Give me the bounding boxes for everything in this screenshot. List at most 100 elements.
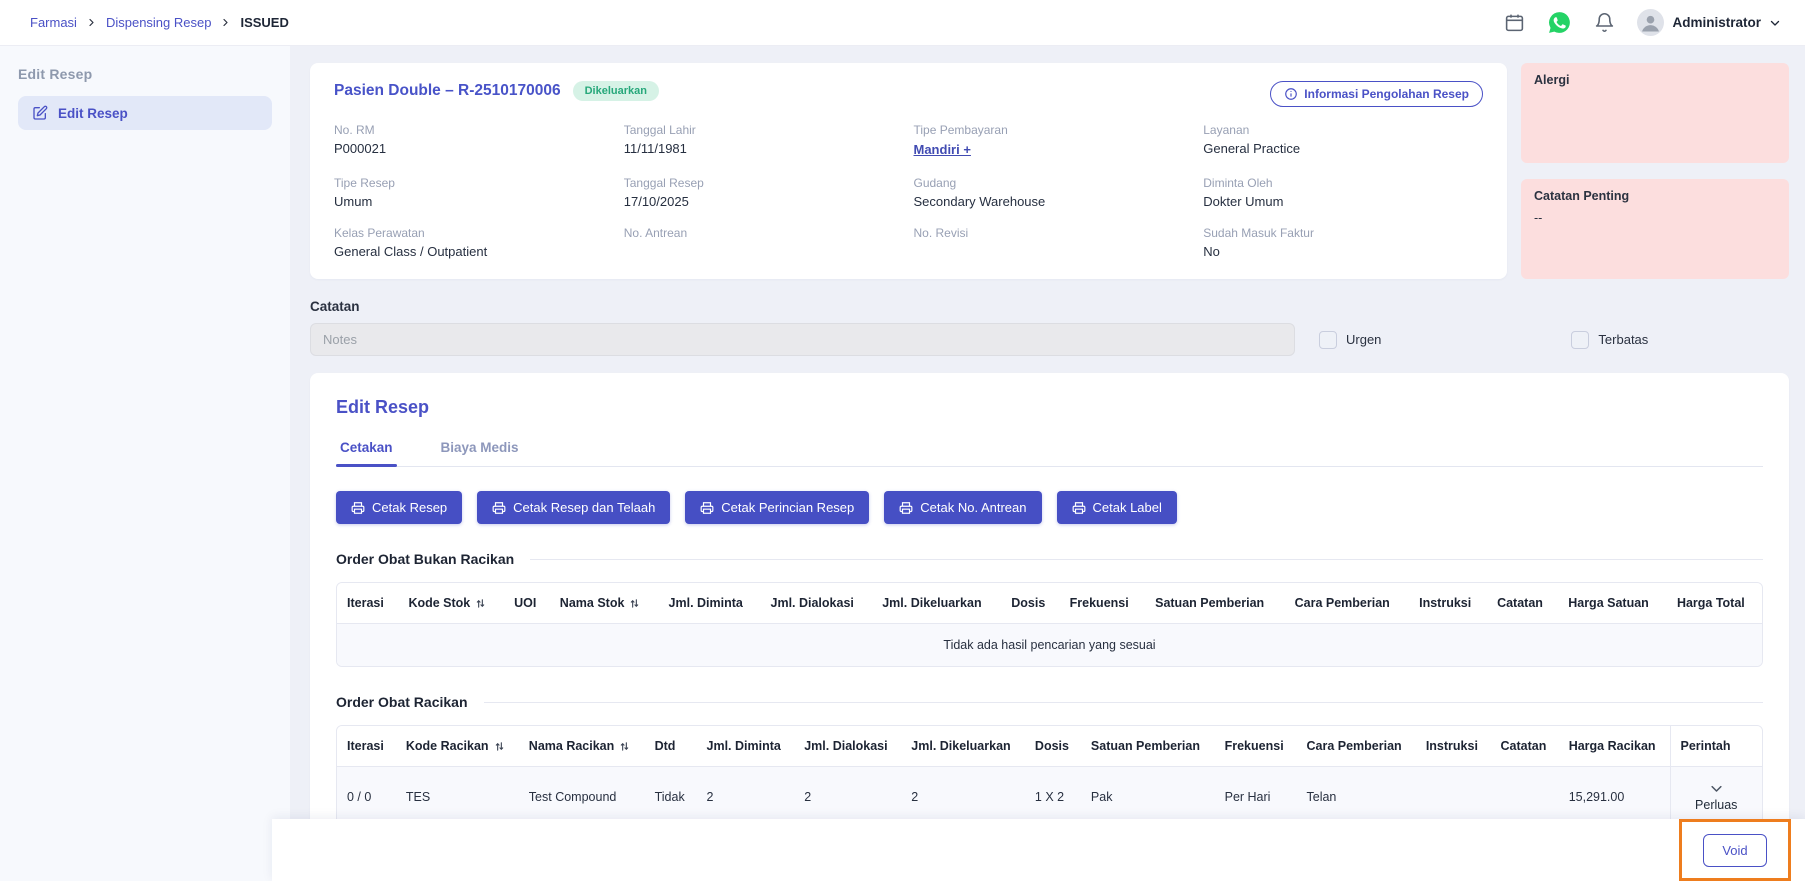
expand-row-control[interactable]: Perluas bbox=[1681, 781, 1753, 812]
tab-biaya-medis[interactable]: Biaya Medis bbox=[437, 440, 523, 466]
field-value: 11/11/1981 bbox=[623, 141, 687, 156]
sort-icon[interactable] bbox=[475, 598, 486, 609]
col-iterasi: Iterasi bbox=[337, 583, 399, 624]
sort-icon[interactable] bbox=[619, 741, 630, 752]
patient-title: Pasien Double – R-2510170006 bbox=[334, 82, 561, 99]
field-value: 17/10/2025 bbox=[623, 194, 689, 209]
button-label: Cetak Resep dan Telaah bbox=[513, 500, 656, 515]
footer-action-bar: Void bbox=[272, 819, 1805, 881]
notes-input[interactable] bbox=[310, 323, 1295, 356]
col-iterasi: Iterasi bbox=[337, 726, 396, 767]
cetak-resep-dan-telaah-button[interactable]: Cetak Resep dan Telaah bbox=[477, 491, 671, 524]
col-dosis: Dosis bbox=[1001, 583, 1060, 624]
field-value bbox=[624, 244, 904, 259]
col-instruksi: Instruksi bbox=[1409, 583, 1488, 624]
divider bbox=[530, 558, 1763, 560]
button-label: Cetak Perincian Resep bbox=[721, 500, 855, 515]
cetak-no-antrean-button[interactable]: Cetak No. Antrean bbox=[884, 491, 1042, 524]
main-content: Pasien Double – R-2510170006 Dikeluarkan… bbox=[290, 46, 1805, 881]
field-value: No bbox=[1203, 244, 1220, 259]
field-label: Tanggal Resep bbox=[623, 176, 704, 190]
cell-harga-racikan: 15,291.00 bbox=[1558, 766, 1670, 826]
breadcrumb-current-issued: ISSUED bbox=[240, 15, 289, 30]
col-harga-satuan: Harga Satuan bbox=[1558, 583, 1667, 624]
col-nama-stok[interactable]: Nama Stok bbox=[549, 583, 659, 624]
breadcrumb: Farmasi Dispensing Resep ISSUED bbox=[30, 15, 289, 30]
col-uoi: UOI bbox=[504, 583, 550, 624]
void-button[interactable]: Void bbox=[1703, 833, 1767, 867]
catatan-penting-title: Catatan Penting bbox=[1534, 189, 1630, 203]
tab-cetakan[interactable]: Cetakan bbox=[336, 440, 397, 467]
field-label: Diminta Oleh bbox=[1203, 176, 1273, 190]
cell-perintah: Perluas bbox=[1669, 766, 1762, 826]
expand-label: Perluas bbox=[1695, 798, 1738, 812]
printer-icon bbox=[899, 501, 913, 515]
cell-frekuensi: Per Hari bbox=[1214, 766, 1297, 826]
urgen-checkbox[interactable] bbox=[1319, 330, 1337, 349]
col-catatan: Catatan bbox=[1487, 583, 1559, 624]
sidebar: Edit Resep Edit Resep bbox=[0, 46, 290, 881]
field-layanan: Layanan General Practice bbox=[1203, 123, 1483, 159]
field-no-antrean: No. Antrean bbox=[624, 226, 904, 259]
user-menu[interactable]: Administrator bbox=[1637, 9, 1781, 36]
print-buttons-row: Cetak Resep Cetak Resep dan Telaah Cetak… bbox=[336, 491, 1763, 524]
terbatas-checkbox[interactable] bbox=[1571, 330, 1590, 349]
col-harga-racikan: Harga Racikan bbox=[1558, 726, 1670, 767]
col-jml-diminta: Jml. Diminta bbox=[696, 726, 795, 767]
order-obat-racikan-heading: Order Obat Racikan bbox=[336, 694, 1763, 710]
field-label: Layanan bbox=[1203, 123, 1250, 137]
cell-catatan bbox=[1490, 766, 1559, 826]
informasi-pengolahan-resep-button[interactable]: Informasi Pengolahan Resep bbox=[1270, 81, 1483, 107]
empty-message: Tidak ada hasil pencarian yang sesuai bbox=[337, 623, 1762, 666]
field-kelas-perawatan: Kelas Perawatan General Class / Outpatie… bbox=[334, 226, 614, 259]
col-kode-racikan[interactable]: Kode Racikan bbox=[395, 726, 519, 767]
sort-icon[interactable] bbox=[494, 741, 505, 752]
cell-dtd: Tidak bbox=[644, 766, 697, 826]
calendar-icon[interactable] bbox=[1504, 12, 1525, 33]
col-kode-stok[interactable]: Kode Stok bbox=[398, 583, 505, 624]
col-nama-racikan[interactable]: Nama Racikan bbox=[518, 726, 645, 767]
bell-icon[interactable] bbox=[1594, 12, 1615, 33]
status-badge: Dikeluarkan bbox=[572, 81, 659, 101]
catatan-penting-box: Catatan Penting -- bbox=[1521, 179, 1789, 279]
non-racikan-table: Iterasi Kode Stok UOI Nama Stok Jml. Dim… bbox=[336, 582, 1763, 667]
cetak-label-button[interactable]: Cetak Label bbox=[1056, 491, 1177, 524]
info-icon bbox=[1284, 87, 1298, 101]
col-catatan: Catatan bbox=[1490, 726, 1559, 767]
col-instruksi: Instruksi bbox=[1415, 726, 1491, 767]
cell-dosis: 1 X 2 bbox=[1024, 766, 1081, 826]
cell-jml-diminta: 2 bbox=[696, 766, 795, 826]
breadcrumb-link-farmasi[interactable]: Farmasi bbox=[30, 15, 77, 30]
field-value: General Class / Outpatient bbox=[334, 244, 488, 259]
cetak-resep-button[interactable]: Cetak Resep bbox=[336, 491, 463, 524]
breadcrumb-link-dispensing-resep[interactable]: Dispensing Resep bbox=[106, 15, 212, 30]
cetak-perincian-resep-button[interactable]: Cetak Perincian Resep bbox=[685, 491, 870, 524]
section-title: Order Obat Bukan Racikan bbox=[336, 551, 515, 567]
terbatas-checkbox-group[interactable]: Terbatas bbox=[1571, 330, 1648, 349]
printer-icon bbox=[1072, 501, 1086, 515]
table-row: 0 / 0 TES Test Compound Tidak 2 2 2 1 X … bbox=[337, 766, 1762, 826]
col-jml-dikeluarkan: Jml. Dikeluarkan bbox=[872, 583, 1002, 624]
field-label: No. Revisi bbox=[913, 226, 969, 240]
field-gudang: Gudang Secondary Warehouse bbox=[914, 176, 1194, 209]
edit-resep-title: Edit Resep bbox=[336, 397, 430, 417]
urgen-checkbox-group[interactable]: Urgen bbox=[1319, 330, 1381, 349]
col-satuan-pemberian: Satuan Pemberian bbox=[1080, 726, 1215, 767]
col-frekuensi: Frekuensi bbox=[1059, 583, 1146, 624]
tipe-pembayaran-link[interactable]: Mandiri + bbox=[914, 142, 971, 157]
field-value: P000021 bbox=[334, 141, 387, 156]
field-no-revisi: No. Revisi bbox=[914, 226, 1194, 259]
catatan-penting-value: -- bbox=[1534, 211, 1543, 225]
order-obat-bukan-racikan-heading: Order Obat Bukan Racikan bbox=[336, 551, 1763, 567]
sidebar-item-edit-resep[interactable]: Edit Resep bbox=[18, 96, 272, 130]
col-cara-pemberian: Cara Pemberian bbox=[1296, 726, 1416, 767]
col-satuan-pemberian: Satuan Pemberian bbox=[1145, 583, 1285, 624]
whatsapp-icon[interactable] bbox=[1547, 10, 1572, 35]
chevron-down-icon bbox=[1769, 17, 1781, 29]
field-tanggal-resep: Tanggal Resep 17/10/2025 bbox=[624, 176, 904, 209]
alert-panel: Alergi Catatan Penting -- bbox=[1521, 63, 1789, 279]
notes-label: Catatan bbox=[310, 299, 360, 314]
sort-icon[interactable] bbox=[629, 598, 640, 609]
field-label: Tipe Resep bbox=[334, 176, 395, 190]
printer-icon bbox=[700, 501, 714, 515]
